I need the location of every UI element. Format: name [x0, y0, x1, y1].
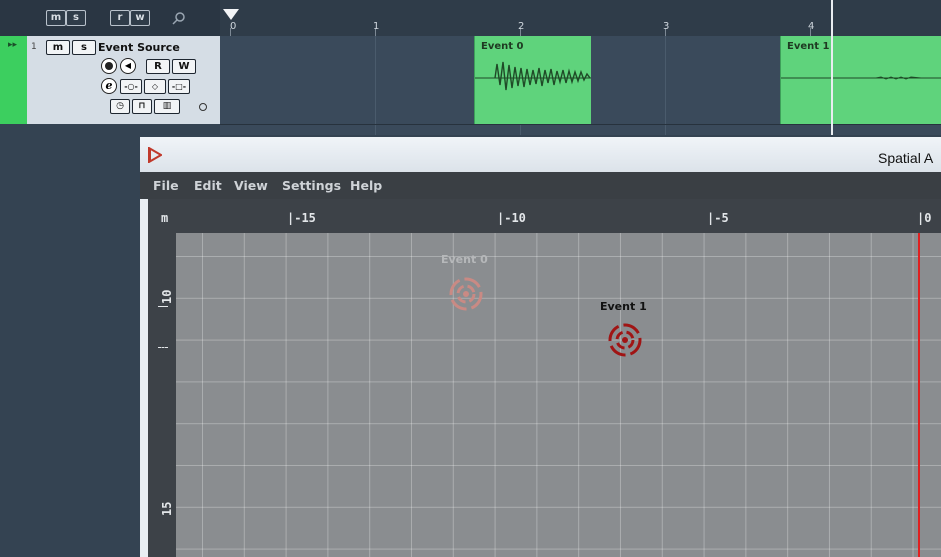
record-enable-icon[interactable]	[101, 58, 117, 74]
spatial-grid[interactable]	[176, 233, 941, 557]
x-tick-label: |0	[917, 211, 932, 225]
read-automation-button[interactable]: R	[146, 59, 170, 74]
x-tick-label: |-15	[287, 211, 316, 225]
app-logo-icon	[148, 146, 163, 167]
window-title: Spatial A	[878, 150, 934, 166]
global-mute-button[interactable]: m	[46, 10, 66, 26]
x-tick-label: |-10	[497, 211, 526, 225]
menu-view[interactable]: View	[234, 178, 268, 193]
emitter-event-1-icon[interactable]	[607, 322, 643, 362]
track-mute-button[interactable]: m	[46, 40, 70, 55]
waveform	[781, 76, 941, 80]
y-tick-label: 15	[160, 501, 174, 516]
y-tick	[158, 306, 168, 307]
y-tick	[158, 347, 168, 349]
ruler-mark: 1	[373, 21, 380, 32]
lock-icon[interactable]: ⊓	[132, 99, 152, 114]
global-read-button[interactable]: r	[110, 10, 130, 26]
ruler-mark: 0	[230, 21, 237, 32]
ruler-unit: m	[161, 211, 169, 225]
track-status-icon	[199, 103, 207, 111]
emitter-label: Event 1	[600, 300, 647, 313]
expand-icon[interactable]: ▸▸	[8, 40, 17, 50]
zero-axis-line	[918, 233, 920, 557]
x-tick-label: |-5	[707, 211, 729, 225]
insert-bypass-icon[interactable]: -○-	[120, 79, 142, 94]
track-name[interactable]: Event Source	[98, 41, 180, 54]
y-tick-label: 10	[160, 289, 174, 304]
audio-event-0[interactable]: Event 0	[474, 36, 591, 124]
track-number: 1	[31, 42, 37, 52]
track-solo-button[interactable]: s	[72, 40, 96, 55]
write-automation-button[interactable]: W	[172, 59, 196, 74]
send-bypass-icon[interactable]: -□-	[168, 79, 190, 94]
ruler-mark: 4	[808, 21, 815, 32]
edit-channel-button[interactable]: e	[101, 78, 117, 94]
menu-file[interactable]: File	[153, 178, 179, 193]
waveform	[475, 61, 591, 91]
menu-help[interactable]: Help	[350, 178, 382, 193]
playback-cursor[interactable]	[831, 0, 833, 135]
menu-settings[interactable]: Settings	[282, 178, 341, 193]
lanes-icon[interactable]: ▥	[154, 99, 180, 114]
emitter-label: Event 0	[441, 253, 488, 266]
search-icon[interactable]	[172, 10, 186, 25]
ruler-mark: 3	[663, 21, 670, 32]
bar-line	[375, 36, 376, 135]
bar-line	[665, 36, 666, 135]
global-solo-button[interactable]: s	[66, 10, 86, 26]
window-titlebar[interactable]	[140, 137, 941, 172]
audio-event-1[interactable]: Event 1	[780, 36, 941, 124]
timebase-icon[interactable]: ◷	[110, 99, 130, 114]
monitor-icon[interactable]: ◀	[120, 58, 136, 74]
eq-bypass-icon[interactable]: ◇	[144, 79, 166, 94]
horizontal-ruler	[148, 199, 941, 233]
menu-edit[interactable]: Edit	[194, 178, 222, 193]
ruler-mark: 2	[518, 21, 525, 32]
emitter-event-0-icon[interactable]	[448, 276, 484, 316]
global-write-button[interactable]: w	[130, 10, 150, 26]
